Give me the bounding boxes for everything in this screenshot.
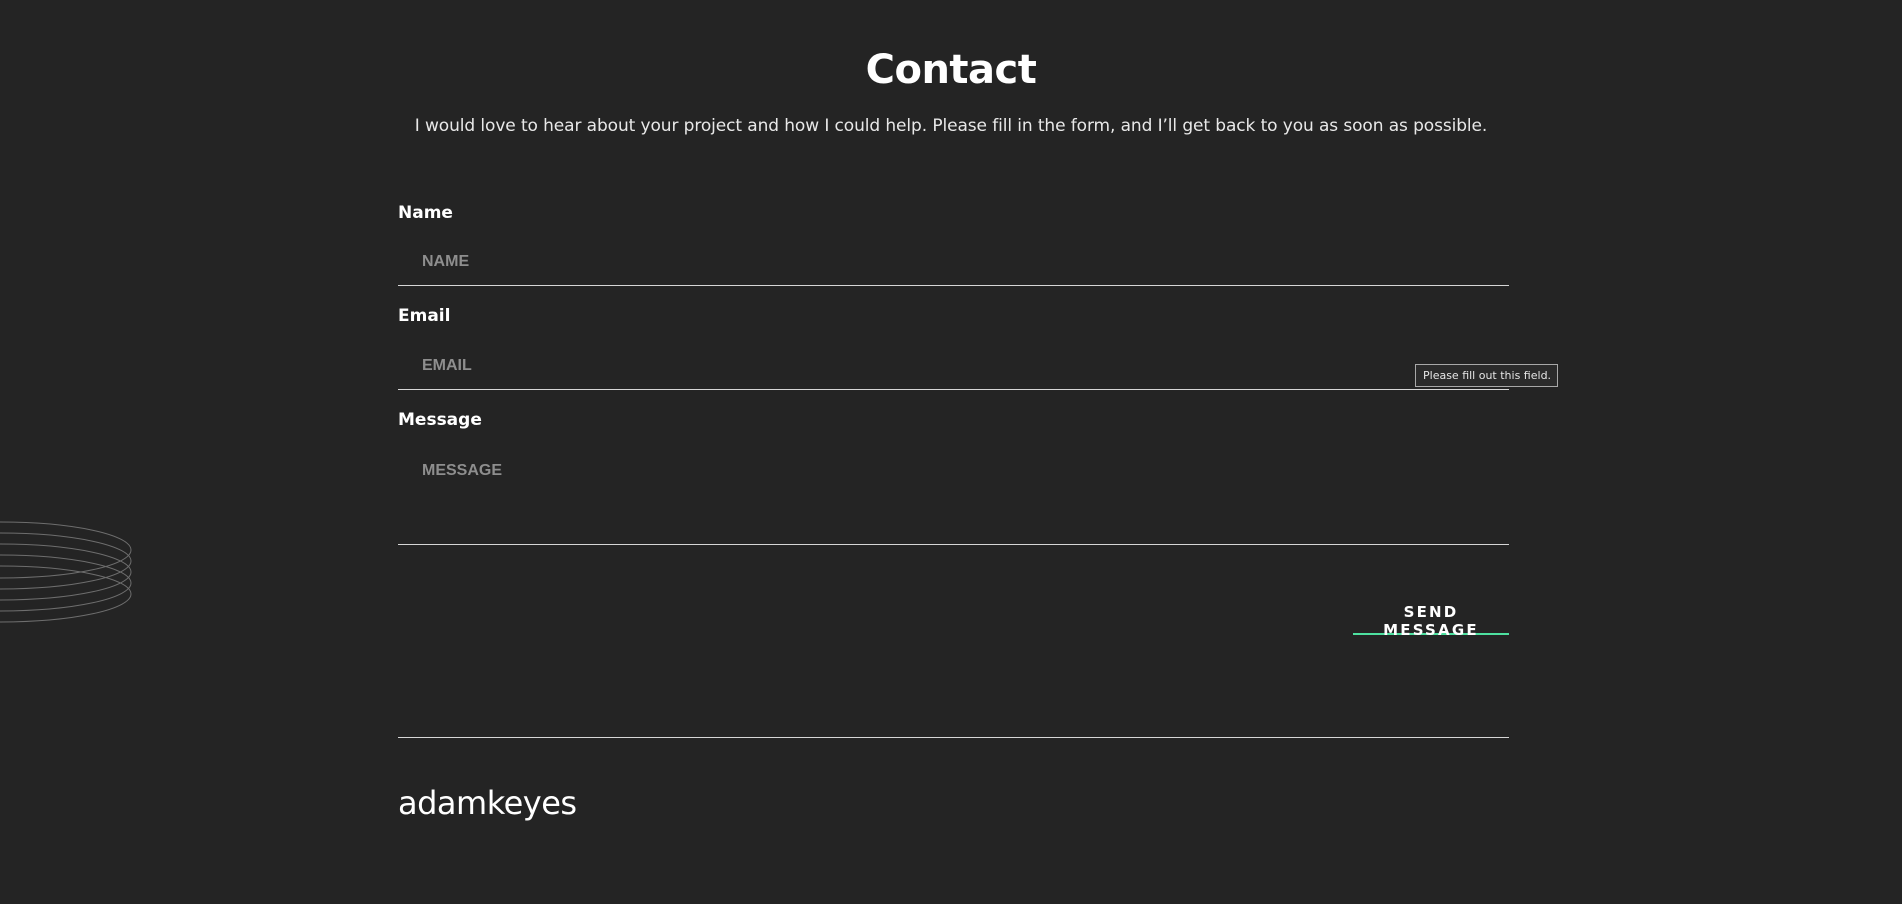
rings-decoration [0,521,132,623]
footer-divider [398,737,1509,738]
validation-tooltip: Please fill out this field. [1415,364,1559,387]
name-label: Name [398,203,453,223]
email-input[interactable] [398,342,1509,390]
message-label: Message [398,410,482,430]
page-title: Contact [865,47,1037,93]
message-textarea[interactable] [398,446,1509,545]
footer-logo[interactable]: adamkeyes [398,783,577,823]
send-message-button[interactable]: SEND MESSAGE [1353,603,1509,639]
name-input[interactable] [398,238,1509,286]
contact-intro: I would love to hear about your project … [414,116,1488,136]
email-label: Email [398,306,451,326]
